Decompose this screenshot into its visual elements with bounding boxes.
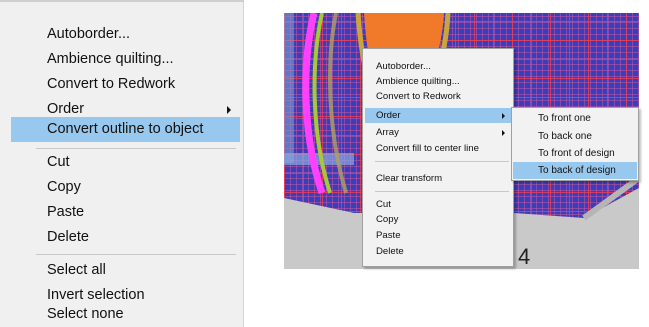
menu-item-label: Select all — [47, 262, 106, 278]
menu-item-label: Copy — [47, 179, 81, 195]
menu-item-label: Array — [376, 127, 399, 138]
menu-item-label: Autoborder... — [47, 26, 131, 42]
menu-item-label: Autoborder... — [376, 61, 431, 72]
menu-item-label: Delete — [376, 246, 404, 257]
submenu-item-to-front-of-design[interactable]: To front of design — [513, 145, 637, 162]
menu-item-paste[interactable]: Paste — [11, 200, 240, 225]
menu-item-label: Cut — [376, 199, 391, 210]
menu-item-clear-transform[interactable]: Clear transform — [365, 171, 511, 186]
menu-item-label: To back of design — [538, 165, 616, 176]
menu-item-label: Ambience quilting... — [376, 76, 460, 87]
menu-item-label: Cut — [47, 154, 70, 170]
menu-separator — [375, 161, 509, 162]
menu-item-label: To front of design — [538, 148, 615, 159]
menu-item-delete[interactable]: Delete — [365, 244, 511, 259]
canvas-number-label: 4 — [518, 244, 531, 269]
menu-item-label: Order — [47, 101, 85, 117]
menu-item-copy[interactable]: Copy — [11, 175, 240, 200]
menu-item-convert-outline-to-object[interactable]: Convert outline to object — [11, 117, 240, 142]
menu-item-label: Invert selection — [47, 287, 145, 303]
menu-item-label: To front one — [538, 113, 591, 124]
menu-item-array[interactable]: Array — [365, 125, 511, 140]
menu-item-autoborder[interactable]: Autoborder... — [11, 22, 240, 47]
menu-item-order[interactable]: Order — [365, 108, 511, 123]
menu-separator — [36, 148, 236, 149]
submenu-arrow-icon — [502, 130, 505, 136]
menu-item-label: Convert outline to object — [47, 121, 204, 137]
menu-item-autoborder[interactable]: Autoborder... — [365, 59, 511, 74]
submenu-item-to-front-one[interactable]: To front one — [513, 110, 637, 127]
menu-item-label: Select none — [47, 306, 124, 322]
menu-item-label: Convert fill to center line — [376, 143, 479, 154]
menu-item-convert-fill-to-center-line[interactable]: Convert fill to center line — [365, 141, 511, 156]
menu-item-convert-to-redwork[interactable]: Convert to Redwork — [365, 89, 511, 104]
menu-separator — [375, 191, 509, 192]
menu-item-label: To back one — [538, 131, 592, 142]
submenu-arrow-icon — [502, 113, 505, 119]
menu-item-cut[interactable]: Cut — [365, 197, 511, 212]
menu-item-label: Convert to Redwork — [376, 91, 461, 102]
menu-item-paste[interactable]: Paste — [365, 228, 511, 243]
menu-item-label: Clear transform — [376, 173, 443, 184]
menu-item-label: Paste — [376, 230, 401, 241]
menu-item-select-none[interactable]: Select none — [11, 302, 240, 327]
menu-top-border — [0, 0, 244, 2]
context-menu-large: Autoborder... Ambience quilting... Conve… — [0, 0, 244, 327]
menu-item-label: Convert to Redwork — [47, 76, 176, 92]
menu-item-ambience-quilting[interactable]: Ambience quilting... — [365, 74, 511, 89]
submenu-arrow-icon — [227, 106, 231, 114]
menu-item-select-all[interactable]: Select all — [11, 258, 240, 283]
menu-item-copy[interactable]: Copy — [365, 212, 511, 227]
menu-separator — [36, 254, 236, 255]
menu-item-label: Ambience quilting... — [47, 51, 174, 67]
context-menu: Autoborder... Ambience quilting... Conve… — [362, 48, 514, 267]
menu-item-ambience-quilting[interactable]: Ambience quilting... — [11, 47, 240, 72]
submenu-item-to-back-of-design[interactable]: To back of design — [513, 162, 637, 179]
menu-item-label: Copy — [376, 214, 399, 225]
menu-item-label: Delete — [47, 229, 89, 245]
menu-item-label: Order — [376, 110, 401, 121]
menu-item-delete[interactable]: Delete — [11, 225, 240, 250]
menu-item-convert-to-redwork[interactable]: Convert to Redwork — [11, 72, 240, 97]
menu-item-label: Paste — [47, 204, 85, 220]
menu-item-cut[interactable]: Cut — [11, 150, 240, 175]
submenu-item-to-back-one[interactable]: To back one — [513, 128, 637, 145]
order-submenu: To front one To back one To front of des… — [511, 107, 639, 181]
